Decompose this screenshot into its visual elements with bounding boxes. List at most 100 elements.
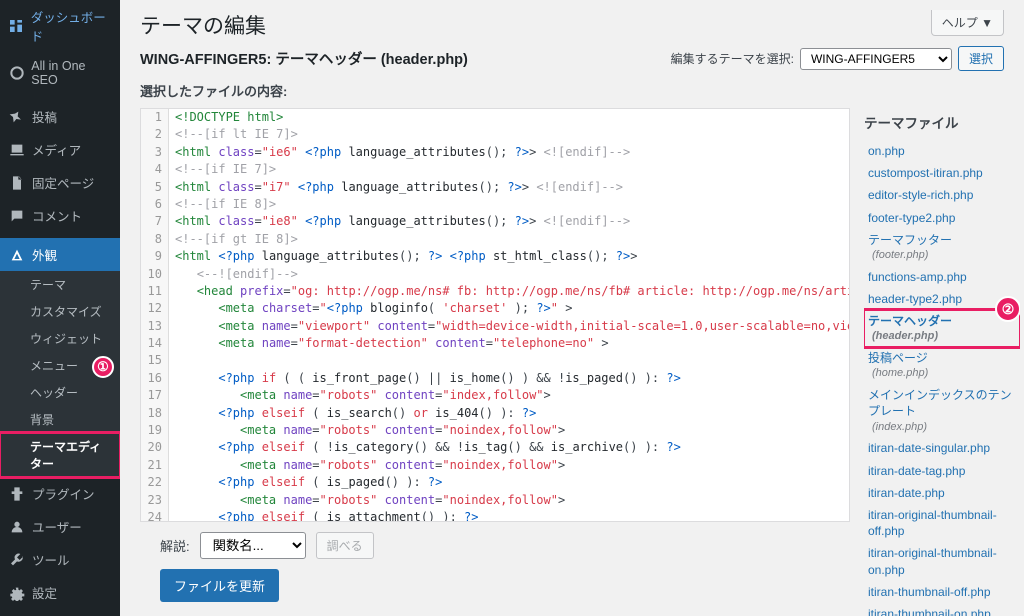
menu-appearance[interactable]: 外観 bbox=[0, 238, 120, 271]
file-sub: (home.php) bbox=[868, 366, 1016, 381]
menu-label: ダッシュボード bbox=[31, 7, 112, 45]
menu-comment[interactable]: コメント bbox=[0, 199, 120, 232]
theme-select-button[interactable]: 選択 bbox=[958, 46, 1004, 71]
code-line[interactable]: <html <?php language_attributes(); ?> <?… bbox=[169, 248, 637, 265]
theme-file-item[interactable]: functions-amp.php bbox=[864, 266, 1020, 288]
theme-file-item[interactable]: itiran-thumbnail-off.php bbox=[864, 581, 1020, 603]
line-number: 20 bbox=[141, 439, 169, 456]
line-number: 3 bbox=[141, 144, 169, 161]
code-line[interactable]: <html class="ie8" <?php language_attribu… bbox=[169, 213, 630, 230]
menu-dashboard[interactable]: ダッシュボード bbox=[0, 0, 120, 52]
code-line[interactable]: <!--[if IE 7]> bbox=[169, 161, 276, 178]
code-line[interactable]: <?php if ( ( is_front_page() || is_home(… bbox=[169, 370, 681, 387]
user-icon bbox=[8, 518, 26, 536]
menu-settings[interactable]: 設定 bbox=[0, 576, 120, 609]
code-line[interactable]: <html class="i7" <?php language_attribut… bbox=[169, 179, 623, 196]
theme-file-item[interactable]: editor-style-rich.php bbox=[864, 184, 1020, 206]
theme-file-item[interactable]: itiran-original-thumbnail-off.php bbox=[864, 504, 1020, 542]
line-number: 24 bbox=[141, 509, 169, 522]
code-line[interactable]: <meta charset="<?php bloginfo( 'charset'… bbox=[169, 300, 572, 317]
line-number: 6 bbox=[141, 196, 169, 213]
code-line[interactable]: <meta name="robots" content="noindex,fol… bbox=[169, 457, 565, 474]
code-line[interactable]: <?php elseif ( is_paged() ): ?> bbox=[169, 474, 442, 491]
menu-label: 投稿 bbox=[32, 107, 57, 126]
menu-pin[interactable]: 投稿 bbox=[0, 100, 120, 133]
menu-label: ツール bbox=[32, 550, 70, 569]
code-line[interactable]: <?php elseif ( is_search() or is_404() )… bbox=[169, 405, 536, 422]
line-number: 13 bbox=[141, 318, 169, 335]
code-line[interactable]: <!DOCTYPE html> bbox=[169, 109, 283, 126]
submenu-item[interactable]: テーマ bbox=[0, 271, 120, 298]
theme-files-panel: テーマファイル on.phpcustompost-itiran.phpedito… bbox=[864, 108, 1020, 616]
theme-file-item[interactable]: メインインデックスのテンプレート(index.php) bbox=[864, 384, 1020, 437]
comment-icon bbox=[8, 207, 26, 225]
theme-files-heading: テーマファイル bbox=[864, 108, 1020, 140]
menu-user[interactable]: ユーザー bbox=[0, 510, 120, 543]
menu-label: プラグイン bbox=[32, 484, 95, 503]
theme-file-item[interactable]: itiran-date.php bbox=[864, 482, 1020, 504]
page-title: テーマの編集 bbox=[140, 10, 266, 40]
theme-select-label: 編集するテーマを選択: bbox=[671, 50, 794, 67]
theme-file-item[interactable]: テーマヘッダー(header.php)② bbox=[864, 310, 1020, 347]
code-line[interactable]: <?php elseif ( !is_category() && !is_tag… bbox=[169, 439, 681, 456]
update-file-button[interactable]: ファイルを更新 bbox=[160, 569, 279, 602]
submenu-item[interactable]: ウィジェット bbox=[0, 325, 120, 352]
theme-file-item[interactable]: on.php bbox=[864, 140, 1020, 162]
theme-file-item[interactable]: テーマフッター(footer.php) bbox=[864, 229, 1020, 266]
code-line[interactable]: <!--[if lt IE 7]> bbox=[169, 126, 298, 143]
submenu-item[interactable]: 背景 bbox=[0, 406, 120, 433]
line-number: 12 bbox=[141, 300, 169, 317]
line-number: 16 bbox=[141, 370, 169, 387]
line-number: 14 bbox=[141, 335, 169, 352]
menu-label: 設定 bbox=[32, 583, 57, 602]
theme-file-item[interactable]: custompost-itiran.php bbox=[864, 162, 1020, 184]
menu-af5[interactable]: AFFINGER5 管理 bbox=[0, 609, 120, 616]
code-line[interactable]: <!--[if IE 8]> bbox=[169, 196, 276, 213]
theme-file-item[interactable]: 投稿ページ(home.php) bbox=[864, 347, 1020, 384]
theme-file-item[interactable]: footer-type2.php bbox=[864, 207, 1020, 229]
submenu-item[interactable]: ヘッダー bbox=[0, 379, 120, 406]
theme-file-item[interactable]: itiran-date-singular.php bbox=[864, 437, 1020, 459]
line-number: 15 bbox=[141, 352, 169, 369]
main-content: テーマの編集 ヘルプ ▼ WING-AFFINGER5: テーマヘッダー (he… bbox=[120, 0, 1024, 616]
code-line[interactable]: <meta name="robots" content="index,follo… bbox=[169, 387, 551, 404]
submenu-item[interactable]: カスタマイズ bbox=[0, 298, 120, 325]
menu-label: 固定ページ bbox=[32, 173, 94, 192]
help-tab[interactable]: ヘルプ ▼ bbox=[931, 10, 1004, 36]
line-number: 5 bbox=[141, 179, 169, 196]
code-line[interactable]: <!--[if gt IE 8]> bbox=[169, 231, 298, 248]
code-line[interactable]: <meta name="format-detection" content="t… bbox=[169, 335, 609, 352]
menu-page[interactable]: 固定ページ bbox=[0, 166, 120, 199]
code-line[interactable] bbox=[169, 352, 175, 369]
code-line[interactable]: <head prefix="og: http://ogp.me/ns# fb: … bbox=[169, 283, 850, 300]
code-line[interactable]: <?php elseif ( is_attachment() ): ?> bbox=[169, 509, 479, 522]
code-line[interactable]: <--![endif]--> bbox=[169, 266, 298, 283]
theme-file-item[interactable]: itiran-date-tag.php bbox=[864, 460, 1020, 482]
file-sub: (header.php) bbox=[868, 329, 1016, 344]
menu-media[interactable]: メディア bbox=[0, 133, 120, 166]
line-number: 8 bbox=[141, 231, 169, 248]
menu-tool[interactable]: ツール bbox=[0, 543, 120, 576]
menu-label: メディア bbox=[32, 140, 81, 159]
function-lookup-select[interactable]: 関数名... bbox=[200, 532, 306, 559]
code-line[interactable]: <meta name="viewport" content="width=dev… bbox=[169, 318, 850, 335]
file-sub: (index.php) bbox=[868, 420, 1016, 435]
seo-icon bbox=[8, 64, 25, 82]
code-line[interactable]: <html class="ie6" <?php language_attribu… bbox=[169, 144, 630, 161]
lookup-button[interactable]: 調べる bbox=[316, 532, 374, 559]
line-number: 11 bbox=[141, 283, 169, 300]
theme-file-item[interactable]: itiran-original-thumbnail-on.php bbox=[864, 542, 1020, 580]
theme-file-item[interactable]: itiran-thumbnail-on.php bbox=[864, 603, 1020, 616]
line-number: 9 bbox=[141, 248, 169, 265]
line-number: 21 bbox=[141, 457, 169, 474]
theme-select[interactable]: WING-AFFINGER5 bbox=[800, 48, 952, 70]
line-number: 19 bbox=[141, 422, 169, 439]
line-number: 7 bbox=[141, 213, 169, 230]
code-editor[interactable]: 1<!DOCTYPE html>2<!--[if lt IE 7]>3<html… bbox=[140, 108, 850, 522]
submenu-item[interactable]: メニュー① bbox=[0, 352, 120, 379]
code-line[interactable]: <meta name="robots" content="noindex,fol… bbox=[169, 492, 565, 509]
menu-seo[interactable]: All in One SEO bbox=[0, 52, 120, 94]
code-line[interactable]: <meta name="robots" content="noindex,fol… bbox=[169, 422, 565, 439]
submenu-item[interactable]: テーマエディター bbox=[0, 433, 120, 477]
menu-plugin[interactable]: プラグイン bbox=[0, 477, 120, 510]
